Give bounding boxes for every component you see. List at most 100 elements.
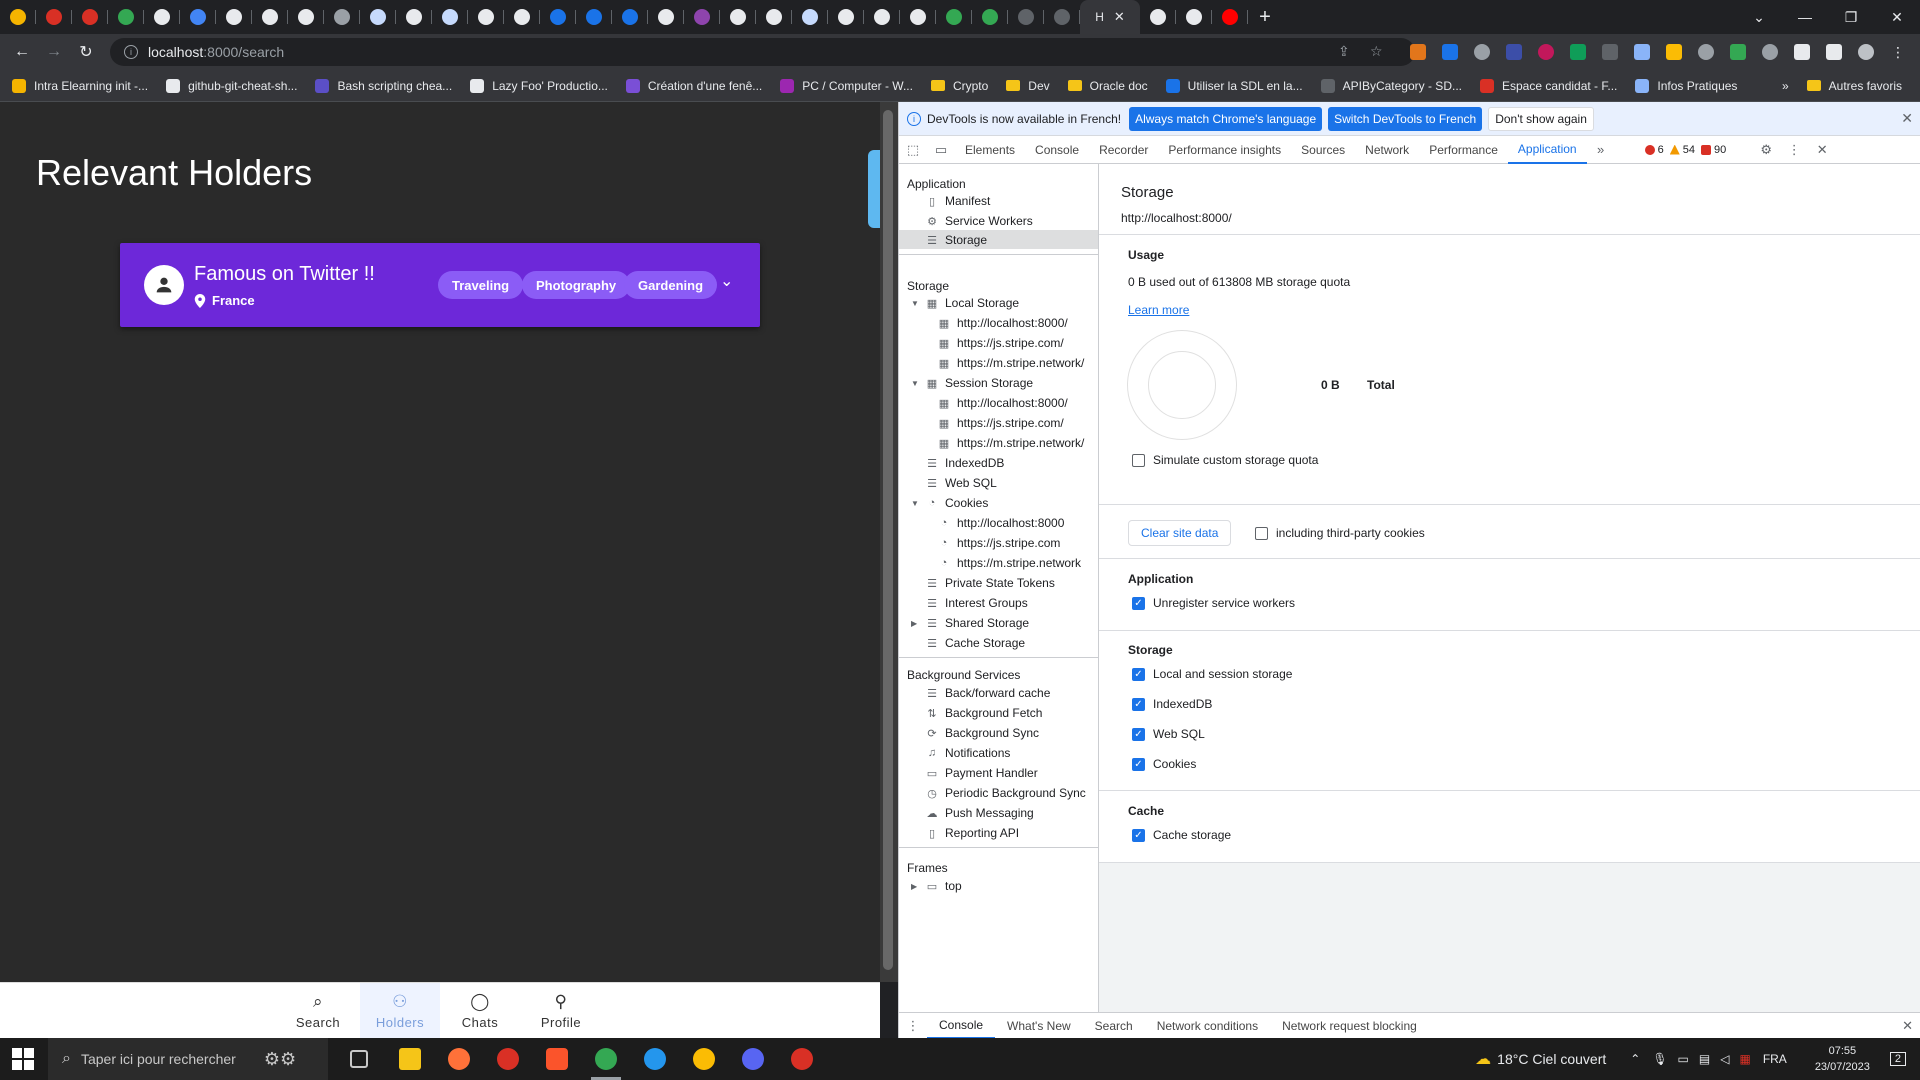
browser-tab[interactable] [648, 0, 684, 34]
extension-icon[interactable] [1538, 44, 1554, 60]
browser-tab[interactable] [1212, 0, 1248, 34]
page-scrollbar[interactable] [880, 102, 898, 982]
tab-sources[interactable]: Sources [1291, 136, 1355, 164]
tab-performance[interactable]: Performance [1419, 136, 1508, 164]
drawer-tab-request-blocking[interactable]: Network request blocking [1270, 1013, 1429, 1039]
expanded-arrow-icon[interactable]: ▼ [911, 299, 919, 308]
tab-recorder[interactable]: Recorder [1089, 136, 1158, 164]
indexeddb-checkbox[interactable]: ✓ IndexedDB [1132, 697, 1212, 711]
drawer-menu-icon[interactable]: ⋮ [899, 1018, 927, 1034]
browser-tab[interactable] [1008, 0, 1044, 34]
browser-tab[interactable] [180, 0, 216, 34]
drawer-tab-network-conditions[interactable]: Network conditions [1145, 1013, 1270, 1039]
brave-icon[interactable] [546, 1048, 568, 1070]
share-icon[interactable]: ⇪ [1338, 43, 1350, 60]
sidebar-item-cookie-js-stripe[interactable]: ◔ https://js.stripe.com [937, 536, 1061, 550]
opera-icon[interactable] [497, 1048, 519, 1070]
sidebar-item-background-fetch[interactable]: ⇅ Background Fetch [925, 706, 1042, 720]
nav-search[interactable]: ⌕ Search [278, 983, 358, 1039]
drawer-tab-whats-new[interactable]: What's New [995, 1013, 1083, 1039]
sidebar-item-indexeddb[interactable]: ☰ IndexedDB [925, 456, 1004, 470]
browser-tab[interactable] [396, 0, 432, 34]
browser-tab[interactable] [828, 0, 864, 34]
cache-storage-checkbox[interactable]: ✓ Cache storage [1132, 828, 1231, 842]
weather-text[interactable]: 18°C Ciel couvert [1497, 1051, 1606, 1067]
sidebar-item-ls-m-stripe[interactable]: ▦ https://m.stripe.network/ [937, 356, 1085, 370]
sidebar-item-ls-localhost[interactable]: ▦ http://localhost:8000/ [937, 316, 1068, 330]
windows-start-icon[interactable] [12, 1048, 34, 1070]
browser-tab[interactable] [972, 0, 1008, 34]
browser-tab[interactable] [864, 0, 900, 34]
site-info-icon[interactable]: i [124, 45, 138, 59]
volume-icon[interactable]: ◁ [1720, 1052, 1729, 1066]
browser-tab[interactable] [540, 0, 576, 34]
back-icon[interactable]: ← [6, 36, 38, 68]
bookmark-item[interactable]: APIByCategory - SD... [1320, 78, 1462, 93]
other-bookmarks-folder[interactable]: Autres favoris [1806, 79, 1902, 93]
extension-icon[interactable] [1666, 44, 1682, 60]
sidebar-item-notifications[interactable]: ♫ Notifications [925, 746, 1011, 760]
extension-icon[interactable] [1698, 44, 1714, 60]
tab-application[interactable]: Application [1507, 136, 1587, 164]
browser-tab[interactable] [504, 0, 540, 34]
bookmark-item[interactable]: Infos Pratiques [1635, 78, 1737, 93]
sidebar-item-session-storage[interactable]: ▼ ▦ Session Storage [911, 376, 1033, 390]
device-toolbar-icon[interactable]: ▭ [927, 142, 955, 158]
bookmark-item[interactable]: Utiliser la SDL en la... [1165, 78, 1303, 93]
tag-traveling[interactable]: Traveling [438, 271, 524, 299]
bookmark-item[interactable]: PC / Computer - W... [780, 78, 913, 93]
drawer-tab-console[interactable]: Console [927, 1013, 996, 1039]
close-devtools-icon[interactable]: ✕ [1808, 142, 1836, 158]
sidebar-item-top-frame[interactable]: ▶ ▭ top [911, 879, 962, 893]
nav-profile[interactable]: ⚲ Profile [521, 983, 601, 1039]
inspect-element-icon[interactable]: ⬚ [899, 142, 927, 158]
task-view-icon[interactable] [350, 1050, 368, 1068]
side-drawer-handle[interactable] [868, 150, 880, 228]
active-browser-tab[interactable]: H ✕ [1080, 0, 1140, 34]
bookmark-item[interactable]: github-git-cheat-sh... [166, 78, 297, 93]
taskbar-search[interactable]: ⌕ Taper ici pour rechercher ⚙⚙ [48, 1038, 328, 1080]
side-panel-icon[interactable] [1826, 44, 1842, 60]
sidebar-item-push-messaging[interactable]: ☁ Push Messaging [925, 806, 1034, 820]
bookmark-star-icon[interactable]: ☆ [1370, 43, 1383, 60]
sidebar-item-storage[interactable]: ☰ Storage [925, 233, 987, 247]
browser-tab[interactable] [468, 0, 504, 34]
clock[interactable]: 07:55 23/07/2023 [1815, 1043, 1870, 1075]
more-bookmarks-icon[interactable]: » [1782, 79, 1789, 93]
profile-avatar[interactable] [1858, 44, 1874, 60]
browser-tab[interactable] [756, 0, 792, 34]
browser-tab[interactable] [0, 0, 36, 34]
sidebar-item-payment-handler[interactable]: ▭ Payment Handler [925, 766, 1038, 780]
bookmark-item[interactable]: Espace candidat - F... [1479, 78, 1617, 93]
browser-tab[interactable] [72, 0, 108, 34]
more-menu-icon[interactable]: ⋮ [1890, 44, 1906, 60]
browser-tab[interactable] [1176, 0, 1212, 34]
switch-to-french-button[interactable]: Switch DevTools to French [1328, 106, 1483, 131]
extension-icon[interactable] [1730, 44, 1746, 60]
sidebar-item-private-state-tokens[interactable]: ☰ Private State Tokens [925, 576, 1055, 590]
firefox-icon[interactable] [448, 1048, 470, 1070]
sidebar-item-cache-storage[interactable]: ☰ Cache Storage [925, 636, 1025, 650]
sidebar-item-manifest[interactable]: ▯ Manifest [925, 194, 990, 208]
extension-icon[interactable] [1506, 44, 1522, 60]
new-tab-button[interactable]: + [1248, 6, 1282, 29]
cookies-checkbox[interactable]: ✓ Cookies [1132, 757, 1196, 771]
microphone-icon[interactable]: 🎙 [1652, 1052, 1667, 1066]
metamask-extension-icon[interactable] [1410, 44, 1426, 60]
settings-gear-icon[interactable]: ⚙ [1752, 142, 1780, 158]
bookmark-item[interactable]: Bash scripting chea... [315, 78, 452, 93]
learn-more-link[interactable]: Learn more [1128, 303, 1189, 317]
browser-tab[interactable] [36, 0, 72, 34]
discord-icon[interactable] [742, 1048, 764, 1070]
bookmark-item[interactable]: Lazy Foo' Productio... [470, 78, 608, 93]
sidebar-item-bfcache[interactable]: ☰ Back/forward cache [925, 686, 1050, 700]
chrome-dev-icon[interactable] [791, 1048, 813, 1070]
always-match-button[interactable]: Always match Chrome's language [1129, 106, 1323, 131]
address-bar[interactable]: i localhost:8000/search [110, 38, 1415, 66]
sidebar-item-background-sync[interactable]: ⟳ Background Sync [925, 726, 1039, 740]
sidebar-item-cookie-m-stripe[interactable]: ◔ https://m.stripe.network [937, 556, 1081, 570]
notifications-icon[interactable]: 2 [1889, 1052, 1906, 1066]
browser-tab[interactable] [216, 0, 252, 34]
browser-tab[interactable] [324, 0, 360, 34]
extension-icon[interactable] [1442, 44, 1458, 60]
